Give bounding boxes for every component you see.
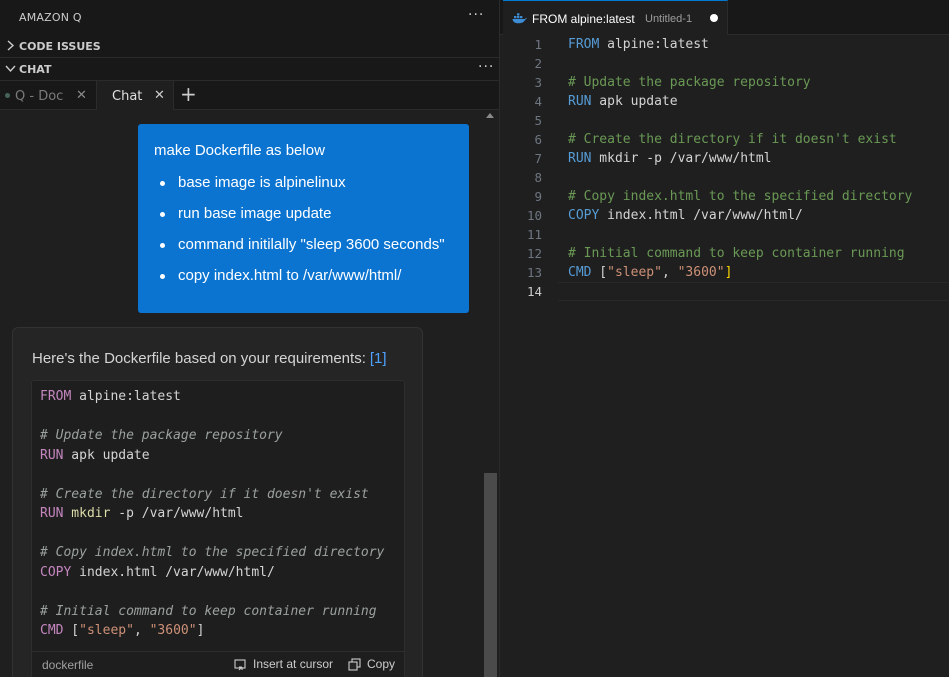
line-number: 7 (534, 151, 542, 166)
scrollbar-thumb[interactable] (484, 473, 497, 677)
line-number: 13 (526, 265, 542, 280)
editor-tab-title: FROM alpine:latest (532, 12, 635, 26)
panel-title: AMAZON Q (19, 11, 82, 24)
tab-label: Chat (112, 89, 143, 104)
editor-line: CMD ["sleep", "3600"] (568, 265, 733, 280)
line-number: 14 (526, 284, 542, 299)
code-line: CMD ["sleep", "3600"] (40, 623, 205, 638)
tab-chat[interactable]: Chat ✕ (96, 81, 174, 111)
editor-line: # Update the package repository (568, 75, 811, 90)
scroll-up-icon[interactable] (486, 113, 494, 118)
user-message-bubble: make Dockerfile as below base image is a… (138, 124, 469, 313)
code-block: FROM alpine:latest # Update the package … (31, 380, 405, 677)
code-line: RUN apk update (40, 447, 150, 463)
list-item: copy index.html to /var/www/html/ (160, 267, 445, 298)
line-number: 10 (526, 208, 542, 223)
docker-icon (512, 13, 527, 24)
section-label: CODE ISSUES (19, 40, 101, 53)
assistant-answer-card: Here's the Dockerfile based on your requ… (12, 327, 423, 677)
close-icon[interactable]: ✕ (76, 88, 87, 103)
assistant-message: Here's the Dockerfile based on your requ… (32, 350, 387, 367)
code-line: # Create the directory if it doesn't exi… (40, 486, 369, 502)
editor-line: RUN apk update (568, 94, 678, 109)
editor-line: # Create the directory if it doesn't exi… (568, 132, 897, 147)
copy-label: Copy (367, 657, 396, 671)
line-number: 12 (526, 246, 542, 261)
line-number: 3 (534, 75, 542, 90)
code-editor: FROM alpine:latest Untitled-1 1234567891… (500, 0, 949, 677)
editor-line: # Copy index.html to the specified direc… (568, 189, 913, 204)
code-line: COPY index.html /var/www/html/ (40, 564, 275, 580)
line-number: 2 (534, 56, 542, 71)
copy-button[interactable]: Copy (348, 657, 395, 671)
list-item: command initilally "sleep 3600 seconds" (160, 236, 445, 267)
chat-tab-bar: Q - Doc ✕ Chat ✕ + (0, 80, 499, 111)
line-number: 1 (534, 37, 542, 52)
line-number: 11 (526, 227, 542, 242)
ellipsis-icon[interactable]: ··· (468, 8, 484, 22)
editor-line: COPY index.html /var/www/html/ (568, 208, 803, 223)
code-line: # Initial command to keep container runn… (40, 603, 377, 619)
user-message: make Dockerfile as below (154, 142, 325, 159)
chevron-right-icon (7, 40, 15, 51)
code-block-footer: dockerfile Insert at cursor Copy (32, 651, 404, 677)
code-line: FROM alpine:latest (40, 389, 181, 404)
status-dot-icon (5, 93, 10, 98)
code-line: RUN mkdir -p /var/www/html (40, 506, 244, 521)
unsaved-dot-icon[interactable] (710, 14, 718, 22)
list-item: base image is alpinelinux (160, 174, 445, 205)
line-number: 5 (534, 113, 542, 128)
code-content: FROM alpine:latest # Update the package … (40, 387, 384, 641)
insert-icon (234, 658, 246, 670)
chevron-down-icon (5, 65, 16, 73)
panel-header: AMAZON Q ··· (0, 0, 499, 36)
ellipsis-icon[interactable]: ··· (478, 60, 494, 74)
line-number: 6 (534, 132, 542, 147)
section-code-issues[interactable]: CODE ISSUES (0, 35, 499, 57)
code-line: # Copy index.html to the specified direc… (40, 545, 385, 560)
editor-tab-filename: Untitled-1 (645, 13, 693, 25)
tab-label: Q - Doc (15, 89, 64, 104)
plus-icon[interactable]: + (180, 84, 197, 104)
editor-text-area[interactable]: FROM alpine:latest # Update the package … (568, 35, 912, 301)
line-number-gutter: 1 2 3 4 5 6 7 8 9 10 11 12 13 14 (500, 35, 558, 301)
tab-q-doc[interactable]: Q - Doc ✕ (0, 81, 95, 110)
editor-tab-untitled-1[interactable]: FROM alpine:latest Untitled-1 (503, 0, 728, 35)
list-item: run base image update (160, 205, 445, 236)
reference-link[interactable]: [1] (370, 350, 387, 367)
amazon-q-panel: AMAZON Q ··· CODE ISSUES CHAT ··· Q - Do… (0, 0, 499, 677)
answer-text: Here's the Dockerfile based on your requ… (32, 350, 366, 367)
code-language: dockerfile (42, 658, 94, 672)
line-number: 8 (534, 170, 542, 185)
close-icon[interactable]: ✕ (154, 88, 165, 103)
section-chat[interactable]: CHAT ··· (0, 57, 499, 79)
editor-tab-bar: FROM alpine:latest Untitled-1 (500, 0, 949, 35)
editor-line: FROM alpine:latest (568, 37, 709, 52)
copy-icon (348, 657, 361, 671)
line-number: 4 (534, 94, 542, 109)
editor-line: RUN mkdir -p /var/www/html (568, 151, 772, 166)
line-number: 9 (534, 189, 542, 204)
insert-at-cursor-button[interactable]: Insert at cursor (234, 657, 333, 671)
editor-line: # Initial command to keep container runn… (568, 246, 905, 261)
code-line: # Update the package repository (40, 428, 283, 443)
chat-conversation: make Dockerfile as below base image is a… (0, 110, 499, 677)
insert-label: Insert at cursor (253, 657, 334, 671)
user-message-list: base image is alpinelinux run base image… (160, 174, 445, 298)
section-label: CHAT (19, 63, 52, 76)
